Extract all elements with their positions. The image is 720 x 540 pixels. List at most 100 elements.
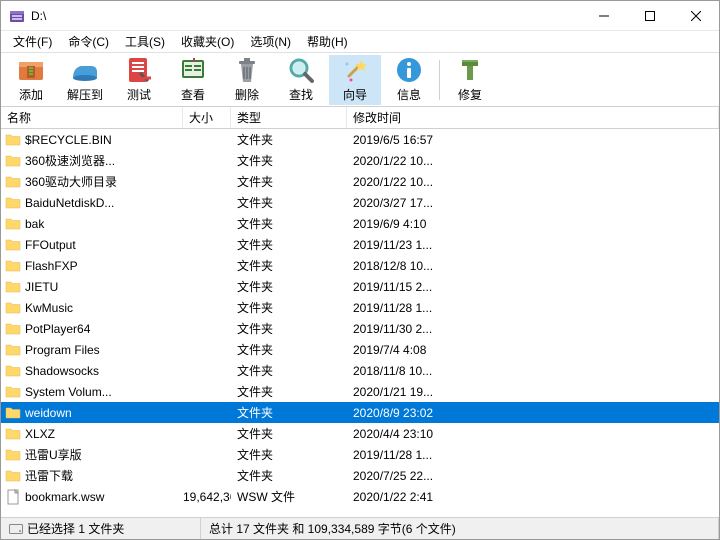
file-date: 2020/1/22 2:41 [347, 490, 719, 504]
column-header-date[interactable]: 修改时间 [347, 107, 719, 128]
file-name: weidown [25, 406, 72, 420]
status-right-text: 总计 17 文件夹 和 109,334,589 字节(6 个文件) [209, 520, 456, 537]
folder-icon [5, 300, 21, 316]
toolbar: 添加解压到 测试查看删除查找向导信息 修复 [1, 53, 719, 107]
file-type: 文件夹 [231, 362, 347, 379]
folder-icon [5, 174, 21, 190]
window-controls [581, 1, 719, 30]
file-row[interactable]: FFOutput文件夹2019/11/23 1... [1, 234, 719, 255]
file-name: 迅雷下载 [25, 467, 73, 484]
test-button[interactable]: 测试 [113, 55, 165, 105]
extract-button[interactable]: 解压到 [59, 55, 111, 105]
delete-icon [233, 56, 261, 84]
file-type: WSW 文件 [231, 488, 347, 505]
folder-icon [5, 216, 21, 232]
file-date: 2018/12/8 10... [347, 259, 719, 273]
folder-icon [5, 321, 21, 337]
file-icon [5, 489, 21, 505]
view-button[interactable]: 查看 [167, 55, 219, 105]
file-row[interactable]: BaiduNetdiskD... 文件夹2020/3/27 17... [1, 192, 719, 213]
info-label: 信息 [397, 86, 421, 103]
file-date: 2020/1/22 10... [347, 154, 719, 168]
view-icon [179, 56, 207, 84]
file-row[interactable]: bak文件夹2019/6/9 4:10 [1, 213, 719, 234]
file-row[interactable]: PotPlayer64文件夹2019/11/30 2... [1, 318, 719, 339]
menu-item-4[interactable]: 选项(N) [242, 31, 299, 52]
file-type: 文件夹 [231, 404, 347, 421]
add-button[interactable]: 添加 [5, 55, 57, 105]
menu-item-3[interactable]: 收藏夹(O) [173, 31, 242, 52]
file-row[interactable]: Program Files文件夹2019/7/4 4:08 [1, 339, 719, 360]
file-row[interactable]: $RECYCLE.BIN文件夹2019/6/5 16:57 [1, 129, 719, 150]
column-header-name[interactable]: 名称 [1, 107, 183, 128]
file-type: 文件夹 [231, 194, 347, 211]
folder-icon [5, 468, 21, 484]
minimize-button[interactable] [581, 1, 627, 30]
file-name: bak [25, 217, 44, 231]
find-button[interactable]: 查找 [275, 55, 327, 105]
file-list[interactable]: $RECYCLE.BIN文件夹2019/6/5 16:57360极速浏览器...… [1, 129, 719, 517]
folder-icon [5, 153, 21, 169]
menu-item-5[interactable]: 帮助(H) [299, 31, 356, 52]
file-row[interactable]: 360驱动大师目录文件夹2020/1/22 10... [1, 171, 719, 192]
file-row[interactable]: JIETU文件夹2019/11/15 2... [1, 276, 719, 297]
file-type: 文件夹 [231, 152, 347, 169]
file-type: 文件夹 [231, 446, 347, 463]
file-row[interactable]: Shadowsocks文件夹2018/11/8 10... [1, 360, 719, 381]
file-date: 2019/11/15 2... [347, 280, 719, 294]
file-row[interactable]: weidown 文件夹2020/8/9 23:02 [1, 402, 719, 423]
file-date: 2019/11/28 1... [347, 301, 719, 315]
file-type: 文件夹 [231, 278, 347, 295]
file-date: 2019/6/9 4:10 [347, 217, 719, 231]
wizard-button[interactable]: 向导 [329, 55, 381, 105]
file-row[interactable]: bookmark.wsw19,642,368WSW 文件2020/1/22 2:… [1, 486, 719, 507]
maximize-button[interactable] [627, 1, 673, 30]
menu-item-0[interactable]: 文件(F) [5, 31, 60, 52]
file-name: PotPlayer64 [25, 322, 90, 336]
file-date: 2020/8/9 23:02 [347, 406, 719, 420]
file-name: 360驱动大师目录 [25, 173, 117, 190]
file-row[interactable]: FlashFXP文件夹2018/12/8 10... [1, 255, 719, 276]
file-row[interactable]: XLXZ文件夹2020/4/4 23:10 [1, 423, 719, 444]
repair-button[interactable]: 修复 [444, 55, 496, 105]
file-name: $RECYCLE.BIN [25, 133, 112, 147]
toolbar-separator [439, 60, 440, 100]
info-button[interactable]: 信息 [383, 55, 435, 105]
file-row[interactable]: 迅雷U享版 文件夹2019/11/28 1... [1, 444, 719, 465]
folder-icon [5, 384, 21, 400]
status-bar: 已经选择 1 文件夹 总计 17 文件夹 和 109,334,589 字节(6 … [1, 517, 719, 539]
extract-icon [71, 56, 99, 84]
file-date: 2019/11/28 1... [347, 448, 719, 462]
info-icon [395, 56, 423, 84]
file-type: 文件夹 [231, 299, 347, 316]
file-row[interactable]: 迅雷下载文件夹2020/7/25 22... [1, 465, 719, 486]
extract-label: 解压到 [67, 86, 103, 103]
folder-icon [5, 195, 21, 211]
file-date: 2020/3/27 17... [347, 196, 719, 210]
file-size: 19,642,368 [183, 490, 231, 504]
menu-item-2[interactable]: 工具(S) [117, 31, 173, 52]
file-date: 2019/6/5 16:57 [347, 133, 719, 147]
folder-icon [5, 258, 21, 274]
close-button[interactable] [673, 1, 719, 30]
test-label: 测试 [127, 86, 151, 103]
menu-bar: 文件(F)命令(C)工具(S)收藏夹(O)选项(N)帮助(H) [1, 31, 719, 53]
test-icon [125, 56, 153, 84]
menu-item-1[interactable]: 命令(C) [60, 31, 117, 52]
file-name: BaiduNetdiskD... [25, 196, 114, 210]
file-row[interactable]: System Volum...文件夹2020/1/21 19... [1, 381, 719, 402]
find-icon [287, 56, 315, 84]
column-header-type[interactable]: 类型 [231, 107, 347, 128]
file-date: 2018/11/8 10... [347, 364, 719, 378]
add-icon [17, 56, 45, 84]
repair-label: 修复 [458, 86, 482, 103]
column-header-size[interactable]: 大小 [183, 107, 231, 128]
file-row[interactable]: 360极速浏览器...文件夹2020/1/22 10... [1, 150, 719, 171]
file-name: 迅雷U享版 [25, 446, 82, 463]
file-row[interactable]: KwMusic文件夹2019/11/28 1... [1, 297, 719, 318]
title-bar: D:\ [1, 1, 719, 31]
window-title: D:\ [31, 9, 581, 23]
delete-button[interactable]: 删除 [221, 55, 273, 105]
folder-icon [5, 363, 21, 379]
wizard-icon [341, 56, 369, 84]
